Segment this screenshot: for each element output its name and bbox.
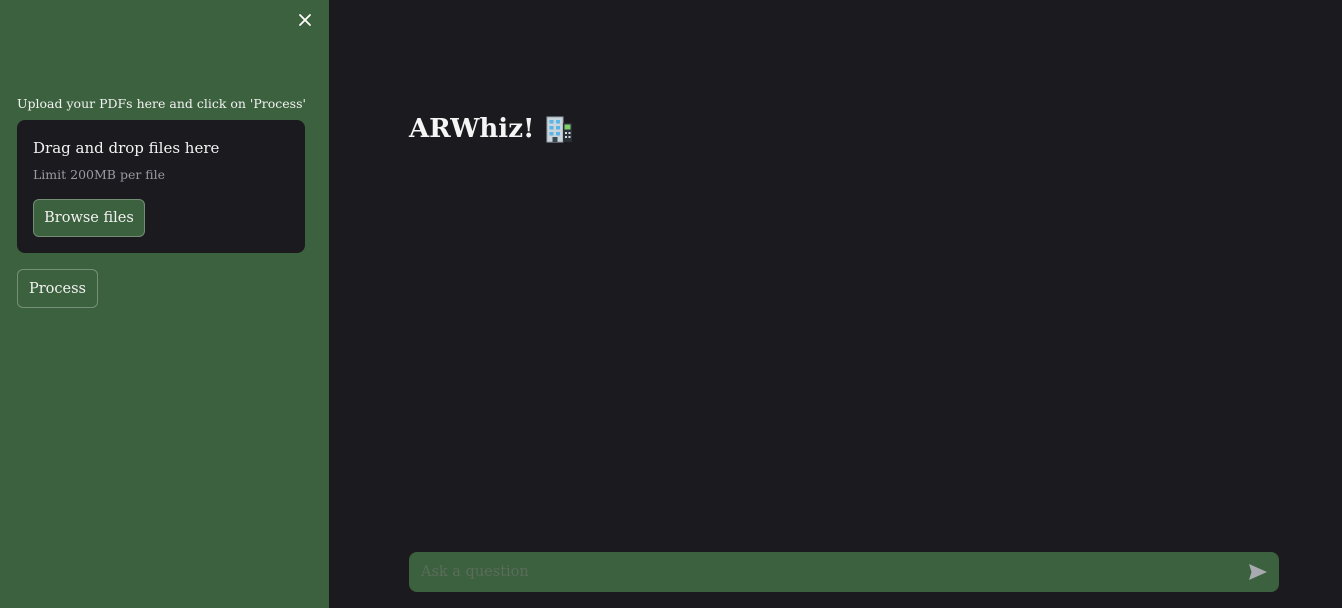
main-content: ARWhiz! bbox=[329, 0, 1342, 608]
close-icon bbox=[299, 14, 311, 26]
page-title: ARWhiz! bbox=[409, 114, 535, 144]
upload-label: Upload your PDFs here and click on 'Proc… bbox=[17, 96, 306, 111]
dropzone-title: Drag and drop files here bbox=[33, 139, 220, 157]
app-root: Upload your PDFs here and click on 'Proc… bbox=[0, 0, 1342, 608]
browse-files-button[interactable]: Browse files bbox=[33, 199, 145, 237]
office-building-icon bbox=[546, 116, 573, 143]
file-dropzone[interactable]: Drag and drop files here Limit 200MB per… bbox=[17, 120, 305, 253]
send-button[interactable] bbox=[1247, 562, 1269, 582]
page-title-row: ARWhiz! bbox=[409, 114, 574, 144]
close-sidebar-button[interactable] bbox=[296, 11, 314, 29]
chat-input-bar bbox=[409, 552, 1279, 592]
sidebar: Upload your PDFs here and click on 'Proc… bbox=[0, 0, 329, 608]
process-button[interactable]: Process bbox=[17, 269, 98, 308]
chat-input[interactable] bbox=[409, 552, 1229, 592]
send-icon bbox=[1249, 564, 1267, 580]
dropzone-limit: Limit 200MB per file bbox=[33, 167, 166, 182]
